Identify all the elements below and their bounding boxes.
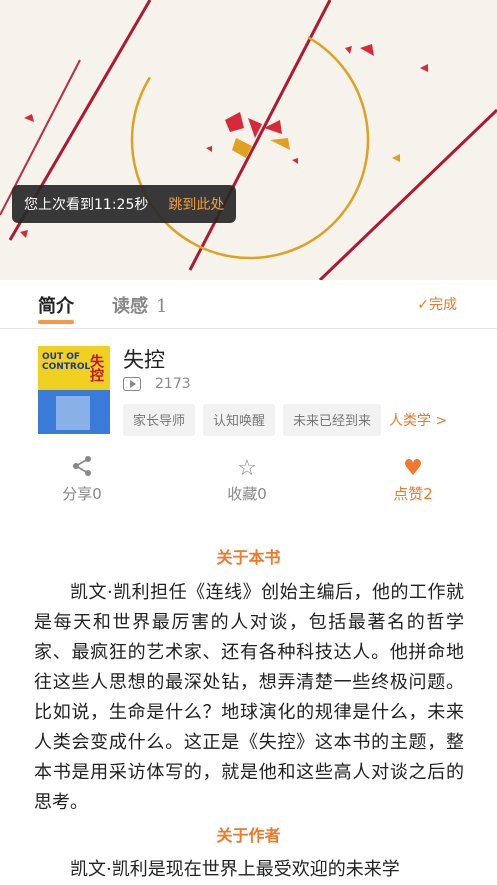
resume-playback-toast: 您上次看到11:25秒 跳到此处 xyxy=(12,185,237,223)
tab-review[interactable]: 读感 1 xyxy=(112,292,167,318)
action-bar: 分享0 ☆ 收藏0 ♥ 点赞2 xyxy=(0,455,497,515)
tab-review-label: 读感 xyxy=(112,296,148,317)
tab-bar: 简介 读感 1 ✓完成 xyxy=(0,280,497,329)
about-author-text: 凯文·凯利是现在世界上最受欢迎的未来学 xyxy=(70,859,400,880)
about-book-text: 凯文·凯利担任《连线》创始主编后，他的工作就是每天和世界最厉害的人对谈，包括最著… xyxy=(34,582,464,813)
tag[interactable]: 未来已经到来 xyxy=(283,404,382,436)
play-icon xyxy=(123,377,141,391)
play-count: 2173 xyxy=(123,376,191,392)
share-label: 分享0 xyxy=(62,485,102,503)
book-cover[interactable]: OUT OF CONTROL 失控 xyxy=(38,346,110,434)
cover-title-cn: 失控 xyxy=(88,354,104,382)
tab-intro[interactable]: 简介 xyxy=(38,292,74,324)
share-icon xyxy=(22,455,142,483)
category-link[interactable]: 人类学 > xyxy=(389,404,447,436)
about-book-heading: 关于本书 xyxy=(216,548,281,567)
about-author-heading: 关于作者 xyxy=(216,826,281,845)
play-count-value: 2173 xyxy=(155,376,191,392)
jump-to-position-button[interactable]: 跳到此处 xyxy=(168,194,224,214)
mark-done-button[interactable]: ✓完成 xyxy=(417,294,457,314)
like-label: 点赞2 xyxy=(393,485,433,503)
book-info: OUT OF CONTROL 失控 失控 2173 家长导师 认知唤醒 未来已经… xyxy=(0,338,497,438)
star-icon: ☆ xyxy=(237,456,257,481)
tag[interactable]: 认知唤醒 xyxy=(203,404,276,436)
share-button[interactable]: 分享0 xyxy=(22,455,142,504)
book-title: 失控 xyxy=(123,348,165,372)
tag[interactable]: 家长导师 xyxy=(123,404,196,436)
tag-list: 家长导师 认知唤醒 未来已经到来 人类学 > xyxy=(123,404,447,436)
heart-icon: ♥ xyxy=(403,456,423,481)
like-button[interactable]: ♥ 点赞2 xyxy=(353,455,473,504)
resume-text: 您上次看到11:25秒 xyxy=(24,197,149,213)
hero-artwork xyxy=(0,0,497,280)
favorite-button[interactable]: ☆ 收藏0 xyxy=(187,455,307,504)
review-count: 1 xyxy=(156,296,168,317)
audio-hero: 您上次看到11:25秒 跳到此处 xyxy=(0,0,497,280)
favorite-label: 收藏0 xyxy=(227,485,267,503)
